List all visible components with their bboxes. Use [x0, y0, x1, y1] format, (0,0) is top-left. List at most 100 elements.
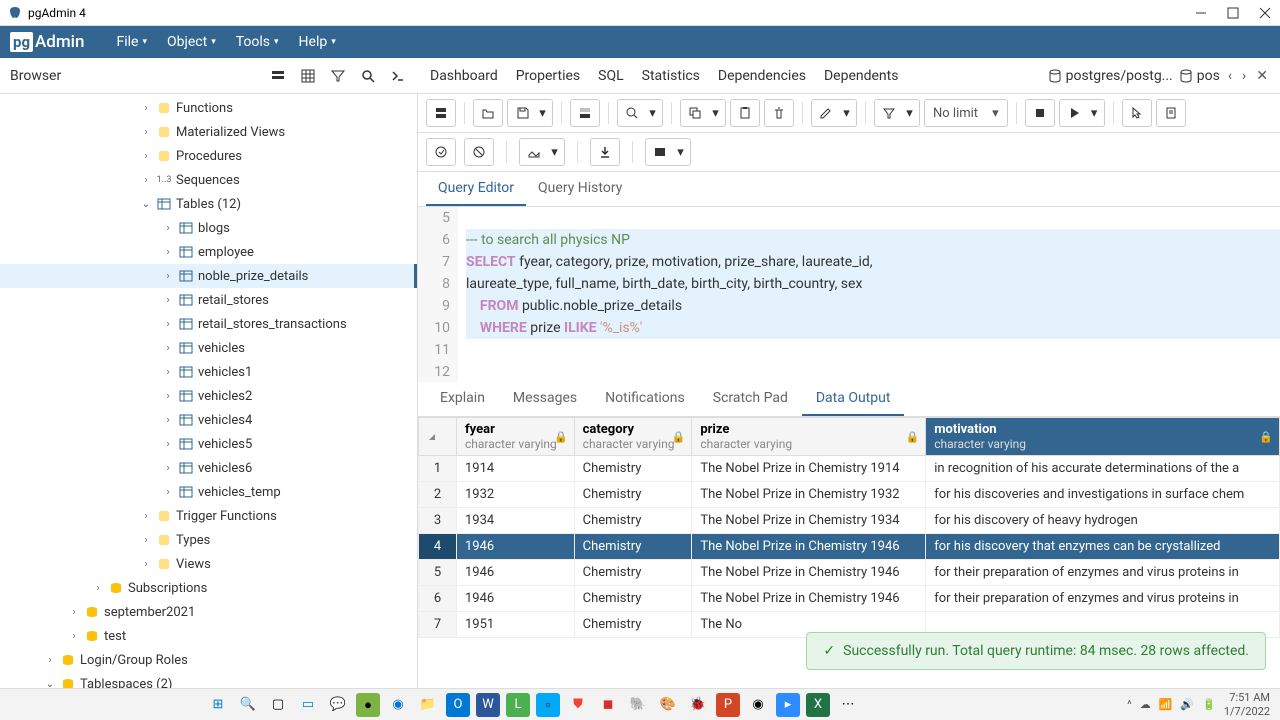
tray-volume-icon[interactable]: 🔊 [1180, 698, 1194, 711]
download-button[interactable] [590, 138, 620, 166]
tray-battery-icon[interactable]: 🔋 [1202, 698, 1216, 711]
clock[interactable]: 7:51 AM 1/7/2022 [1224, 691, 1270, 717]
tool-terminal-icon[interactable] [384, 62, 412, 90]
notepad-button[interactable] [1156, 99, 1186, 127]
stop-button[interactable] [1025, 99, 1055, 127]
tree-item-vehicles1[interactable]: ›vehicles1 [0, 360, 417, 384]
editor-tab-query-editor[interactable]: Query Editor [426, 172, 526, 206]
menu-tools[interactable]: Tools ▾ [228, 30, 287, 54]
nav-close-icon[interactable]: ✕ [1254, 66, 1270, 86]
edit-dropdown[interactable]: ▾ [837, 99, 857, 127]
tree-item-vehicles5[interactable]: ›vehicles5 [0, 432, 417, 456]
column-header-category[interactable]: categorycharacter varying🔒 [574, 418, 692, 456]
tree-item-views[interactable]: ›Views [0, 552, 417, 576]
chrome-icon[interactable]: ◉ [746, 693, 770, 717]
open-file-button[interactable] [473, 99, 503, 127]
table-row[interactable]: 21932ChemistryThe Nobel Prize in Chemist… [419, 482, 1280, 508]
app7-icon[interactable]: 🐞 [686, 693, 710, 717]
excel-icon[interactable]: X [806, 693, 830, 717]
search-icon[interactable]: 🔍 [236, 693, 260, 717]
taskview-icon[interactable]: ▢ [266, 693, 290, 717]
commit-button[interactable] [426, 138, 456, 166]
result-tab-data-output[interactable]: Data Output [802, 382, 905, 416]
start-icon[interactable]: ⊞ [206, 693, 230, 717]
table-row[interactable]: 41946ChemistryThe Nobel Prize in Chemist… [419, 534, 1280, 560]
tree-item-vehicles-temp[interactable]: ›vehicles_temp [0, 480, 417, 504]
app1-icon[interactable]: ● [356, 693, 380, 717]
tree-item-vehicles2[interactable]: ›vehicles2 [0, 384, 417, 408]
column-header-prize[interactable]: prizecharacter varying🔒 [692, 418, 926, 456]
outlook-icon[interactable]: O [446, 693, 470, 717]
tree-item-tablespaces--2-[interactable]: ⌄Tablespaces (2) [0, 672, 417, 688]
edge-icon[interactable]: ◉ [386, 693, 410, 717]
tray-wifi-icon[interactable]: 📶 [1159, 698, 1173, 711]
table-row[interactable]: 61946ChemistryThe Nobel Prize in Chemist… [419, 586, 1280, 612]
maximize-button[interactable] [1226, 6, 1240, 20]
search-dropdown[interactable]: ▾ [643, 99, 663, 127]
paste-button[interactable] [730, 99, 760, 127]
tool-search-icon[interactable] [354, 62, 382, 90]
ppt-icon[interactable]: P [716, 693, 740, 717]
filter-dropdown[interactable]: ▾ [900, 99, 920, 127]
minimize-button[interactable] [1194, 6, 1208, 20]
tab-properties[interactable]: Properties [514, 62, 582, 90]
browser-tree[interactable]: ›Functions›Materialized Views›Procedures… [0, 94, 418, 688]
limit-select[interactable]: No limit▾ [924, 99, 1008, 127]
find-button[interactable] [570, 99, 600, 127]
tree-item-noble-prize-details[interactable]: ›noble_prize_details [0, 264, 417, 288]
tree-item-vehicles[interactable]: ›vehicles [0, 336, 417, 360]
connection-pos[interactable]: pos [1179, 68, 1220, 84]
tab-dependents[interactable]: Dependents [822, 62, 900, 90]
zoom-icon[interactable]: ▸ [776, 693, 800, 717]
table-row[interactable]: 31934ChemistryThe Nobel Prize in Chemist… [419, 508, 1280, 534]
editor-tab-query-history[interactable]: Query History [526, 172, 634, 206]
menu-object[interactable]: Object ▾ [159, 30, 224, 54]
teams-icon[interactable]: 💬 [326, 693, 350, 717]
tree-item-test[interactable]: ›test [0, 624, 417, 648]
app2-icon[interactable]: L [506, 693, 530, 717]
tree-item-retail-stores-transactions[interactable]: ›retail_stores_transactions [0, 312, 417, 336]
tree-item-tables--12-[interactable]: ⌄Tables (12) [0, 192, 417, 216]
pointer-button[interactable] [1122, 99, 1152, 127]
tree-item-subscriptions[interactable]: ›Subscriptions [0, 576, 417, 600]
tool-server-icon[interactable] [264, 62, 292, 90]
tree-item-trigger-functions[interactable]: ›Trigger Functions [0, 504, 417, 528]
widgets-icon[interactable]: ▭ [296, 693, 320, 717]
tree-item-sequences[interactable]: ›1..3Sequences [0, 168, 417, 192]
tree-item-september2021[interactable]: ›september2021 [0, 600, 417, 624]
result-tab-scratch-pad[interactable]: Scratch Pad [699, 382, 802, 416]
tray-cloud-icon[interactable]: ☁ [1140, 698, 1151, 711]
row-header-corner[interactable] [419, 418, 457, 456]
result-tab-explain[interactable]: Explain [426, 382, 499, 416]
rollback-button[interactable] [464, 138, 494, 166]
tab-statistics[interactable]: Statistics [640, 62, 702, 90]
menu-help[interactable]: Help ▾ [291, 30, 344, 54]
nav-next-icon[interactable]: › [1240, 66, 1248, 86]
column-header-motivation[interactable]: motivationcharacter varying🔒 [926, 418, 1280, 456]
tab-sql[interactable]: SQL [596, 62, 625, 90]
tab-dashboard[interactable]: Dashboard [428, 62, 500, 90]
tree-item-blogs[interactable]: ›blogs [0, 216, 417, 240]
tree-item-login-group-roles[interactable]: ›Login/Group Roles [0, 648, 417, 672]
tab-dependencies[interactable]: Dependencies [716, 62, 808, 90]
table-row[interactable]: 51946ChemistryThe Nobel Prize in Chemist… [419, 560, 1280, 586]
tool-grid-icon[interactable] [294, 62, 322, 90]
table-row[interactable]: 11914ChemistryThe Nobel Prize in Chemist… [419, 456, 1280, 482]
close-button[interactable] [1258, 6, 1272, 20]
connection-db[interactable]: postgres/postg... [1048, 68, 1173, 84]
tree-item-retail-stores[interactable]: ›retail_stores [0, 288, 417, 312]
execute-dropdown[interactable]: ▾ [1085, 99, 1105, 127]
tray-chevron-icon[interactable]: ^ [1127, 698, 1132, 711]
tree-item-materialized-views[interactable]: ›Materialized Views [0, 120, 417, 144]
explorer-icon[interactable]: 📁 [416, 693, 440, 717]
app8-icon[interactable]: ⋯ [836, 693, 860, 717]
result-tab-messages[interactable]: Messages [499, 382, 591, 416]
copy-dropdown[interactable]: ▾ [706, 99, 726, 127]
tree-item-types[interactable]: ›Types [0, 528, 417, 552]
macro-dropdown[interactable]: ▾ [671, 138, 691, 166]
nav-prev-icon[interactable]: ‹ [1226, 66, 1234, 86]
tree-item-procedures[interactable]: ›Procedures [0, 144, 417, 168]
word-icon[interactable]: W [476, 693, 500, 717]
app4-icon[interactable]: ⛊ [566, 693, 590, 717]
tree-item-employee[interactable]: ›employee [0, 240, 417, 264]
